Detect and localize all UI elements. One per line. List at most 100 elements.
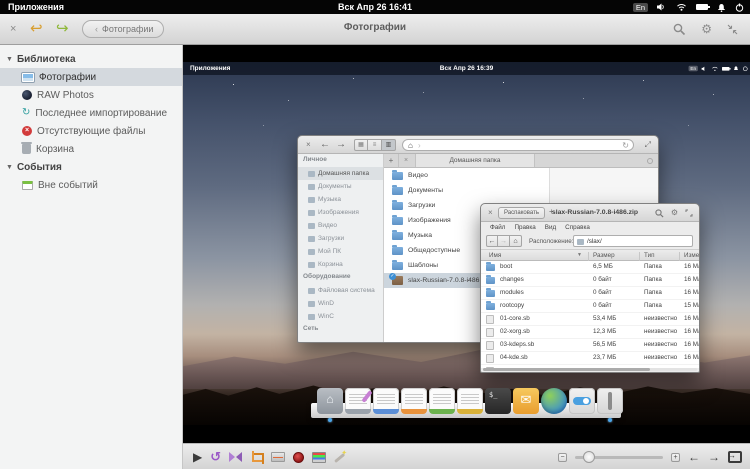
wifi-icon[interactable] xyxy=(676,3,687,11)
sidebar-item-trash[interactable]: Корзина xyxy=(0,140,182,158)
home-icon: ⌂ xyxy=(408,140,413,151)
trash-icon xyxy=(22,144,31,154)
volume-icon[interactable] xyxy=(657,3,667,11)
zoom-out-button[interactable]: − xyxy=(558,453,567,462)
dock-spreadsheet-icon xyxy=(429,388,455,414)
rotate-icon[interactable]: ↺ xyxy=(210,449,221,465)
previous-photo-icon[interactable]: ← xyxy=(688,450,700,464)
unknown-file-icon xyxy=(486,341,494,350)
chevron-icon: › xyxy=(418,140,421,151)
sidebar-item-missing-files[interactable]: ×Отсутствующие файлы xyxy=(0,122,182,140)
enhance-icon[interactable] xyxy=(334,451,347,463)
folder-icon xyxy=(392,172,403,180)
sidebar-item-raw-photos[interactable]: RAW Photos xyxy=(0,86,182,104)
dock-media-player-icon xyxy=(597,388,623,414)
files-sidebar-trash: Корзина xyxy=(298,258,383,271)
dock-files-icon xyxy=(317,388,343,414)
inner-clock: Вск Апр 26 16:39 xyxy=(183,65,750,72)
folder-icon xyxy=(392,217,403,225)
folder-icon xyxy=(392,232,403,240)
zoom-slider-thumb[interactable] xyxy=(583,451,595,463)
archive-title: slax-Russian-7.0.8-i486.zip xyxy=(541,209,649,216)
folder-icon xyxy=(486,277,495,284)
grid-view-icon: ▦ xyxy=(354,139,368,151)
system-panel: Приложения Вск Апр 26 16:41 En xyxy=(0,0,750,14)
battery-icon[interactable] xyxy=(696,4,708,10)
displayed-photo-screenshot[interactable]: Приложения Вск Апр 26 16:39 En × ←→ xyxy=(183,62,750,425)
files-sidebar-header-devices: Оборудование xyxy=(298,271,383,284)
files-toolbar: × ←→ ▦ ≡ ▥ ⌂ › ↻ ⤢ xyxy=(298,136,658,154)
dock-writer-document-icon xyxy=(373,388,399,414)
slideshow-icon[interactable]: ▶ xyxy=(193,450,202,464)
edit-toolbar: ▶ ↺ − + ← → xyxy=(183,443,750,469)
drive-mini-icon xyxy=(308,314,315,320)
keyboard-layout-indicator[interactable]: En xyxy=(633,3,648,12)
videos-mini-icon xyxy=(308,223,315,229)
drive-mini-icon xyxy=(308,301,315,307)
gear-icon[interactable]: ⚙ xyxy=(701,23,712,35)
folder-icon xyxy=(486,264,495,271)
files-sidebar-downloads: Загрузки xyxy=(298,232,383,245)
folder-mini-icon xyxy=(577,239,584,245)
table-row: boot6,5 МБПапка16 Мар xyxy=(481,261,699,274)
new-tab-button: + xyxy=(384,154,399,167)
files-expand-icon: ⤢ xyxy=(645,140,651,150)
missing-files-icon: × xyxy=(22,126,32,136)
menu-file: Файл xyxy=(490,224,505,231)
refresh-icon: ↻ xyxy=(622,140,629,151)
archive-window[interactable]: × Распаковать + slax-Russian-7.0.8-i486.… xyxy=(480,203,700,373)
notifications-bell-icon[interactable] xyxy=(717,3,726,12)
flip-icon[interactable] xyxy=(229,451,242,463)
next-photo-icon[interactable]: → xyxy=(708,450,720,464)
search-icon[interactable] xyxy=(673,23,686,36)
dock-web-browser-icon xyxy=(541,388,567,414)
archive-column-headers: Имя ▼ Размер Тип Измен xyxy=(481,250,699,261)
unknown-file-icon xyxy=(486,315,494,324)
table-row: 04-kde.sb23,7 МБнеизвестно16 Мар xyxy=(481,352,699,365)
zoom-in-button[interactable]: + xyxy=(671,453,680,462)
files-sidebar-header-personal: Личное xyxy=(298,154,383,167)
crop-icon[interactable] xyxy=(250,451,263,463)
power-icon[interactable] xyxy=(735,3,744,12)
import-clock-icon: ↻ xyxy=(22,108,30,118)
section-library[interactable]: ▼Библиотека xyxy=(0,50,182,68)
sort-desc-icon: ▼ xyxy=(577,252,582,258)
straighten-icon[interactable] xyxy=(271,452,285,462)
column-view-icon: ▥ xyxy=(382,139,396,151)
unknown-file-icon xyxy=(486,328,494,337)
menu-view: Вид xyxy=(545,224,556,231)
folder-icon xyxy=(392,247,403,255)
sidebar-item-last-import[interactable]: ↻Последнее импортирование xyxy=(0,104,182,122)
files-sidebar-header-network: Сеть xyxy=(298,323,383,336)
archive-search-icon xyxy=(655,209,664,218)
column-size: Размер xyxy=(593,252,615,259)
collapse-triangle-icon: ▼ xyxy=(6,56,13,63)
inner-battery-icon xyxy=(722,67,729,71)
unfullscreen-icon[interactable] xyxy=(727,24,738,35)
sidebar-item-photos[interactable]: Фотографии xyxy=(0,68,182,86)
tab-history-icon xyxy=(647,158,653,164)
files-sidebar-videos: Видео xyxy=(298,219,383,232)
archive-menubar: Файл Правка Вид Справка xyxy=(481,222,699,233)
sidebar-item-no-event[interactable]: Вне событий xyxy=(0,176,182,194)
adjust-colors-icon[interactable] xyxy=(312,452,326,463)
archive-close-button: × xyxy=(488,208,493,217)
files-tab-bar: + × Домашняя папка xyxy=(384,154,658,168)
inner-wifi-icon xyxy=(711,66,718,71)
red-eye-icon[interactable] xyxy=(293,452,304,463)
archive-home-button: ⌂ xyxy=(510,235,522,247)
publish-icon[interactable] xyxy=(728,451,742,463)
dock-diagram-icon xyxy=(457,388,483,414)
raw-lens-icon xyxy=(22,90,32,100)
section-events[interactable]: ▼События xyxy=(0,158,182,176)
table-row: rootcopy0 байтПапка15 Мар xyxy=(481,300,699,313)
dock-mail-icon xyxy=(513,388,539,414)
zoom-slider[interactable] xyxy=(575,456,663,459)
archive-horizontal-scrollbar xyxy=(483,368,697,371)
archive-back-button: ← xyxy=(486,235,498,247)
photos-icon xyxy=(22,73,34,82)
files-sidebar-my-pc: Мой ПК xyxy=(298,245,383,258)
dock-system-settings-icon xyxy=(569,388,595,414)
file-row-documents: Документы xyxy=(384,183,549,198)
trash-mini-icon xyxy=(308,262,315,268)
